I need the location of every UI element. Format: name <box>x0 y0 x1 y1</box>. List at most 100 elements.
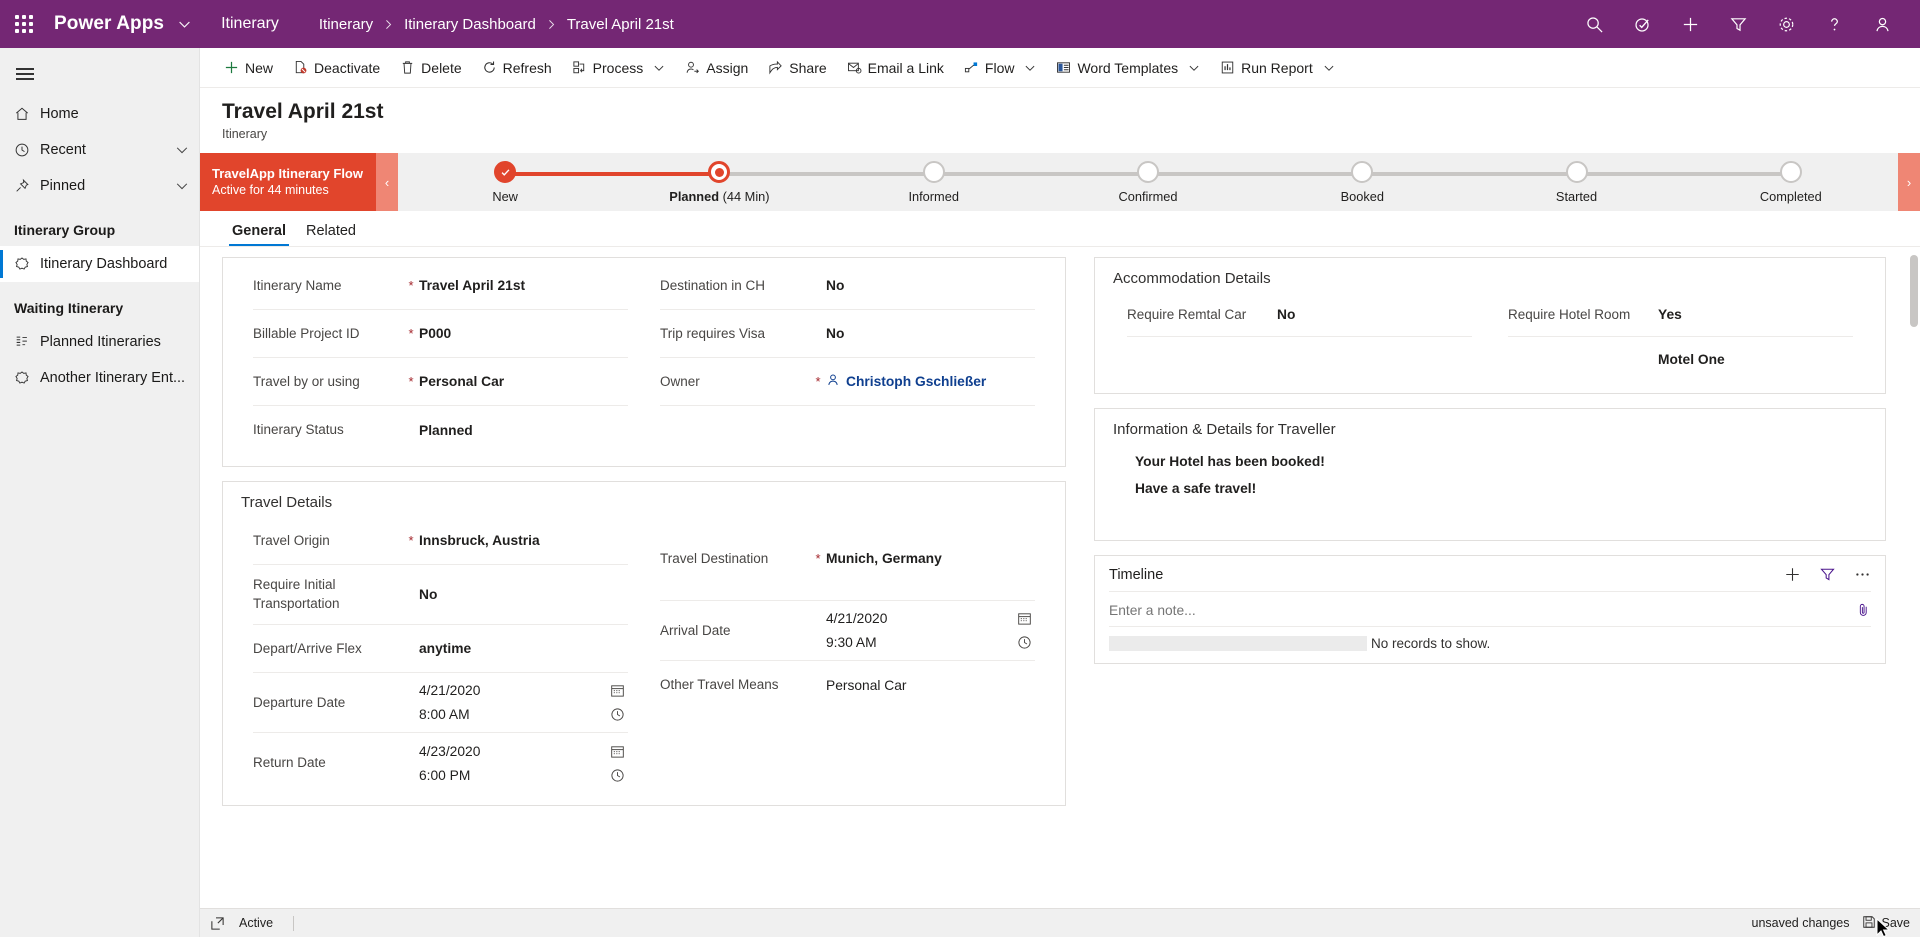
field-destination-in-ch[interactable]: Destination in CH No <box>660 262 1035 311</box>
add-timeline-icon[interactable] <box>1784 566 1801 583</box>
calendar-icon[interactable] <box>1013 611 1035 626</box>
process-stage-planned[interactable]: Planned (44 Min) <box>612 153 934 211</box>
calendar-icon[interactable] <box>606 744 628 759</box>
datetime-value: 4/21/2020 9:30 AM <box>826 611 1035 650</box>
search-icon[interactable] <box>1570 0 1618 48</box>
field-require-initial-transportation[interactable]: Require Initial Transportation No <box>253 565 628 626</box>
clock-icon[interactable] <box>606 768 628 783</box>
share-button[interactable]: Share <box>758 48 836 88</box>
refresh-button[interactable]: Refresh <box>472 48 562 88</box>
field-require-hotel-room[interactable]: Require Hotel Room Yes <box>1508 293 1853 338</box>
filter-timeline-icon[interactable] <box>1819 566 1836 583</box>
form-scrollbar[interactable] <box>1910 255 1918 900</box>
process-stage-booked[interactable]: Booked <box>1255 153 1577 211</box>
field-hotel-name[interactable]: Motel One <box>1508 337 1853 381</box>
field-return-date[interactable]: Return Date 4/23/2020 6:00 PM <box>253 733 628 793</box>
note-input[interactable] <box>1109 602 1855 618</box>
date-row[interactable]: 4/23/2020 <box>419 744 628 759</box>
clock-icon[interactable] <box>606 707 628 722</box>
breadcrumb-item-2[interactable]: Travel April 21st <box>567 16 674 33</box>
calendar-icon[interactable] <box>606 683 628 698</box>
open-in-new-icon[interactable] <box>210 916 225 931</box>
field-itinerary-name[interactable]: Itinerary Name * Travel April 21st <box>253 262 628 311</box>
paperclip-icon[interactable] <box>1855 602 1871 618</box>
field-owner[interactable]: Owner * Christoph Gschließer <box>660 358 1035 407</box>
process-button[interactable]: Process <box>562 48 676 88</box>
breadcrumb-item-0[interactable]: Itinerary <box>319 16 373 33</box>
process-stage-new[interactable]: New <box>398 153 720 211</box>
tab-related[interactable]: Related <box>296 223 366 246</box>
date-row[interactable]: 4/21/2020 <box>826 611 1035 626</box>
time-row[interactable]: 9:30 AM <box>826 635 1035 650</box>
process-stage-confirmed[interactable]: Confirmed <box>1041 153 1363 211</box>
process-flow-name-panel[interactable]: TravelApp Itinerary Flow Active for 44 m… <box>200 153 376 212</box>
field-travel-destination[interactable]: Travel Destination * Munich, Germany <box>660 517 1035 602</box>
breadcrumb: Itinerary Itinerary Dashboard Travel Apr… <box>319 16 674 33</box>
form-right-column: Accommodation Details Require Remtal Car… <box>1080 255 1920 908</box>
accommodation-section: Accommodation Details Require Remtal Car… <box>1094 257 1886 395</box>
chevron-down-icon[interactable] <box>1323 62 1335 74</box>
chevron-down-icon[interactable] <box>1188 62 1200 74</box>
field-trip-requires-visa[interactable]: Trip requires Visa No <box>660 310 1035 359</box>
save-button[interactable]: Save <box>1862 915 1910 932</box>
date-row[interactable]: 4/21/2020 <box>419 683 628 698</box>
filter-icon[interactable] <box>1714 0 1762 48</box>
summary-column-right: Destination in CH No Trip requires Visa … <box>644 262 1051 454</box>
more-options-icon[interactable] <box>1854 566 1871 583</box>
word-templates-button[interactable]: Word Templates <box>1046 48 1210 88</box>
chevron-down-icon[interactable] <box>178 18 191 31</box>
field-arrival-date[interactable]: Arrival Date 4/21/2020 9:30 AM <box>660 601 1035 662</box>
sidebar-item-home[interactable]: Home <box>0 96 199 132</box>
email-a-link-button[interactable]: Email a Link <box>837 48 954 88</box>
field-depart-arrive-flex[interactable]: Depart/Arrive Flex anytime <box>253 625 628 674</box>
field-billable-project-id[interactable]: Billable Project ID * P000 <box>253 310 628 359</box>
field-value: Yes <box>1658 307 1682 323</box>
settings-gear-icon[interactable] <box>1762 0 1810 48</box>
assistant-check-icon[interactable] <box>1618 0 1666 48</box>
section-title: Travel Details <box>241 494 333 512</box>
chevron-down-icon[interactable] <box>175 179 189 193</box>
command-bar: New Deactivate Delete Refresh Process As… <box>200 48 1920 88</box>
field-travel-origin[interactable]: Travel Origin * Innsbruck, Austria <box>253 517 628 566</box>
run-report-button[interactable]: Run Report <box>1210 48 1345 88</box>
field-label: Billable Project ID <box>253 325 360 341</box>
new-button[interactable]: New <box>214 48 283 88</box>
field-label: Itinerary Status <box>253 422 344 438</box>
time-row[interactable]: 8:00 AM <box>419 707 628 722</box>
add-icon[interactable] <box>1666 0 1714 48</box>
chevron-down-icon[interactable] <box>1024 62 1036 74</box>
process-stage-started[interactable]: Started <box>1469 153 1791 211</box>
process-flow-next-button[interactable]: › <box>1898 153 1920 212</box>
flow-button[interactable]: Flow <box>954 48 1047 88</box>
assign-person-icon <box>685 60 700 75</box>
sidebar-item-pinned[interactable]: Pinned <box>0 168 199 204</box>
chevron-down-icon[interactable] <box>653 62 665 74</box>
field-travel-by-or-using[interactable]: Travel by or using * Personal Car <box>253 358 628 407</box>
chevron-down-icon[interactable] <box>175 143 189 157</box>
sidebar-item-itinerary-dashboard[interactable]: Itinerary Dashboard <box>0 246 199 282</box>
help-icon[interactable] <box>1810 0 1858 48</box>
delete-button[interactable]: Delete <box>390 48 471 88</box>
sidebar-item-recent[interactable]: Recent <box>0 132 199 168</box>
sitemap-toggle-icon[interactable] <box>0 52 199 96</box>
scrollbar-thumb[interactable] <box>1910 255 1918 328</box>
process-stage-informed[interactable]: Informed <box>827 153 1148 211</box>
process-flow-prev-button[interactable]: ‹ <box>376 153 398 212</box>
app-launcher-icon[interactable] <box>0 0 48 48</box>
sidebar-item-planned-itineraries[interactable]: Planned Itineraries <box>0 324 199 360</box>
field-other-travel-means[interactable]: Other Travel Means Personal Car <box>660 661 1035 709</box>
time-row[interactable]: 6:00 PM <box>419 768 628 783</box>
sidebar-item-another-itinerary[interactable]: Another Itinerary Ent... <box>0 360 199 396</box>
field-require-rental-car[interactable]: Require Remtal Car No <box>1127 293 1472 338</box>
breadcrumb-item-1[interactable]: Itinerary Dashboard <box>404 16 536 33</box>
assign-button[interactable]: Assign <box>675 48 758 88</box>
deactivate-button[interactable]: Deactivate <box>283 48 390 88</box>
field-itinerary-status[interactable]: Itinerary Status Planned <box>253 406 628 454</box>
field-label: Departure Date <box>253 694 346 710</box>
field-departure-date[interactable]: Departure Date 4/21/2020 8:00 AM <box>253 673 628 734</box>
process-stage-completed[interactable]: Completed <box>1684 153 1898 211</box>
user-account-icon[interactable] <box>1858 0 1906 48</box>
clock-icon[interactable] <box>1013 635 1035 650</box>
tab-general[interactable]: General <box>222 223 296 247</box>
owner-lookup-value[interactable]: Christoph Gschließer <box>826 373 1035 390</box>
